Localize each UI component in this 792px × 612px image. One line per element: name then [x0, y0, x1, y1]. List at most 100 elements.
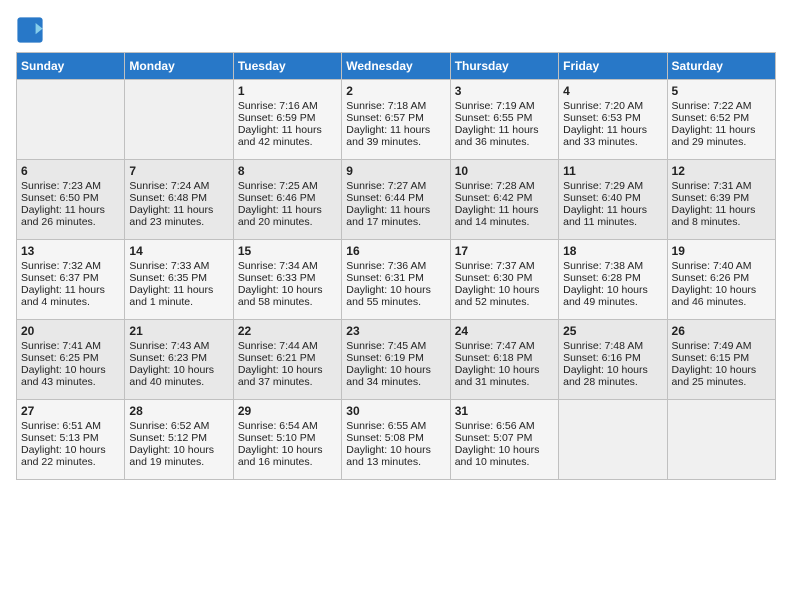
calendar-cell	[667, 400, 775, 480]
calendar-cell: 18Sunrise: 7:38 AMSunset: 6:28 PMDayligh…	[559, 240, 667, 320]
sunrise-text: Sunrise: 7:22 AM	[672, 100, 771, 112]
day-number: 21	[129, 324, 228, 338]
sunset-text: Sunset: 5:10 PM	[238, 432, 337, 444]
day-number: 2	[346, 84, 445, 98]
calendar-cell: 22Sunrise: 7:44 AMSunset: 6:21 PMDayligh…	[233, 320, 341, 400]
day-number: 24	[455, 324, 554, 338]
daylight-text: Daylight: 11 hours and 8 minutes.	[672, 204, 771, 228]
calendar-cell: 2Sunrise: 7:18 AMSunset: 6:57 PMDaylight…	[342, 80, 450, 160]
daylight-text: Daylight: 11 hours and 33 minutes.	[563, 124, 662, 148]
daylight-text: Daylight: 10 hours and 25 minutes.	[672, 364, 771, 388]
sunset-text: Sunset: 6:42 PM	[455, 192, 554, 204]
sunset-text: Sunset: 5:12 PM	[129, 432, 228, 444]
sunset-text: Sunset: 6:16 PM	[563, 352, 662, 364]
daylight-text: Daylight: 10 hours and 55 minutes.	[346, 284, 445, 308]
day-number: 5	[672, 84, 771, 98]
calendar-cell: 23Sunrise: 7:45 AMSunset: 6:19 PMDayligh…	[342, 320, 450, 400]
day-number: 9	[346, 164, 445, 178]
sunset-text: Sunset: 6:18 PM	[455, 352, 554, 364]
calendar-cell: 19Sunrise: 7:40 AMSunset: 6:26 PMDayligh…	[667, 240, 775, 320]
calendar-cell: 3Sunrise: 7:19 AMSunset: 6:55 PMDaylight…	[450, 80, 558, 160]
calendar-cell: 17Sunrise: 7:37 AMSunset: 6:30 PMDayligh…	[450, 240, 558, 320]
sunset-text: Sunset: 6:50 PM	[21, 192, 120, 204]
day-header-thursday: Thursday	[450, 53, 558, 80]
daylight-text: Daylight: 10 hours and 10 minutes.	[455, 444, 554, 468]
sunrise-text: Sunrise: 7:41 AM	[21, 340, 120, 352]
calendar-cell: 8Sunrise: 7:25 AMSunset: 6:46 PMDaylight…	[233, 160, 341, 240]
calendar-week-row: 13Sunrise: 7:32 AMSunset: 6:37 PMDayligh…	[17, 240, 776, 320]
calendar-cell: 24Sunrise: 7:47 AMSunset: 6:18 PMDayligh…	[450, 320, 558, 400]
day-header-sunday: Sunday	[17, 53, 125, 80]
calendar-cell: 14Sunrise: 7:33 AMSunset: 6:35 PMDayligh…	[125, 240, 233, 320]
daylight-text: Daylight: 11 hours and 36 minutes.	[455, 124, 554, 148]
day-number: 13	[21, 244, 120, 258]
calendar-cell	[125, 80, 233, 160]
calendar-cell: 11Sunrise: 7:29 AMSunset: 6:40 PMDayligh…	[559, 160, 667, 240]
day-number: 20	[21, 324, 120, 338]
sunrise-text: Sunrise: 7:16 AM	[238, 100, 337, 112]
sunrise-text: Sunrise: 6:54 AM	[238, 420, 337, 432]
calendar-cell: 15Sunrise: 7:34 AMSunset: 6:33 PMDayligh…	[233, 240, 341, 320]
day-number: 31	[455, 404, 554, 418]
sunrise-text: Sunrise: 6:52 AM	[129, 420, 228, 432]
day-number: 28	[129, 404, 228, 418]
day-number: 18	[563, 244, 662, 258]
day-number: 12	[672, 164, 771, 178]
sunrise-text: Sunrise: 7:48 AM	[563, 340, 662, 352]
calendar-cell: 31Sunrise: 6:56 AMSunset: 5:07 PMDayligh…	[450, 400, 558, 480]
daylight-text: Daylight: 11 hours and 29 minutes.	[672, 124, 771, 148]
sunset-text: Sunset: 5:13 PM	[21, 432, 120, 444]
calendar-week-row: 27 Sunrise: 6:51 AMSunset: 5:13 PM Dayligh…	[17, 400, 776, 480]
day-number: 4	[563, 84, 662, 98]
daylight-text: Daylight: 11 hours and 14 minutes.	[455, 204, 554, 228]
daylight-text: Daylight: 10 hours and 49 minutes.	[563, 284, 662, 308]
day-number: 3	[455, 84, 554, 98]
sunrise-text: Sunrise: 7:24 AM	[129, 180, 228, 192]
sunset-text: Sunset: 6:30 PM	[455, 272, 554, 284]
calendar-cell: 16Sunrise: 7:36 AMSunset: 6:31 PMDayligh…	[342, 240, 450, 320]
day-number: 26	[672, 324, 771, 338]
daylight-text: Daylight: 11 hours and 23 minutes.	[129, 204, 228, 228]
sunrise-text: Sunrise: 6:56 AM	[455, 420, 554, 432]
daylight-text: Daylight: 10 hours and 13 minutes.	[346, 444, 445, 468]
sunset-text: Sunset: 6:48 PM	[129, 192, 228, 204]
calendar-cell	[17, 80, 125, 160]
sunset-text: Sunset: 6:44 PM	[346, 192, 445, 204]
day-number: 25	[563, 324, 662, 338]
sunset-text: Sunset: 6:46 PM	[238, 192, 337, 204]
sunrise-text: Sunrise: 6:51 AM	[21, 420, 120, 432]
sunrise-text: Sunrise: 7:25 AM	[238, 180, 337, 192]
day-number: 22	[238, 324, 337, 338]
day-number: 6	[21, 164, 120, 178]
calendar-cell: 1Sunrise: 7:16 AMSunset: 6:59 PMDaylight…	[233, 80, 341, 160]
calendar-cell: 30Sunrise: 6:55 AMSunset: 5:08 PMDayligh…	[342, 400, 450, 480]
sunset-text: Sunset: 6:53 PM	[563, 112, 662, 124]
logo-icon	[16, 16, 44, 44]
calendar-week-row: 20Sunrise: 7:41 AMSunset: 6:25 PMDayligh…	[17, 320, 776, 400]
day-number: 19	[672, 244, 771, 258]
daylight-text: Daylight: 10 hours and 31 minutes.	[455, 364, 554, 388]
day-header-wednesday: Wednesday	[342, 53, 450, 80]
day-number: 7	[129, 164, 228, 178]
sunset-text: Sunset: 6:52 PM	[672, 112, 771, 124]
sunrise-text: Sunrise: 7:43 AM	[129, 340, 228, 352]
day-number: 23	[346, 324, 445, 338]
calendar-cell: 27Sunrise: 6:51 AMSunset: 5:13 PMDayligh…	[17, 400, 125, 480]
calendar-cell	[559, 400, 667, 480]
logo	[16, 16, 48, 44]
day-number: 27	[21, 404, 120, 418]
sunset-text: Sunset: 6:57 PM	[346, 112, 445, 124]
day-number: 15	[238, 244, 337, 258]
sunrise-text: Sunrise: 7:40 AM	[672, 260, 771, 272]
day-header-friday: Friday	[559, 53, 667, 80]
daylight-text: Daylight: 11 hours and 4 minutes.	[21, 284, 120, 308]
daylight-text: Daylight: 10 hours and 43 minutes.	[21, 364, 120, 388]
day-number: 14	[129, 244, 228, 258]
daylight-text: Daylight: 11 hours and 26 minutes.	[21, 204, 120, 228]
calendar-cell: 7 Sunrise: 7:24 AMSunset: 6:48 PMDaylight…	[125, 160, 233, 240]
daylight-text: Daylight: 10 hours and 19 minutes.	[129, 444, 228, 468]
sunrise-text: Sunrise: 7:23 AM	[21, 180, 120, 192]
sunrise-text: Sunrise: 7:33 AM	[129, 260, 228, 272]
sunrise-text: Sunrise: 7:27 AM	[346, 180, 445, 192]
calendar-cell: 9Sunrise: 7:27 AMSunset: 6:44 PMDaylight…	[342, 160, 450, 240]
